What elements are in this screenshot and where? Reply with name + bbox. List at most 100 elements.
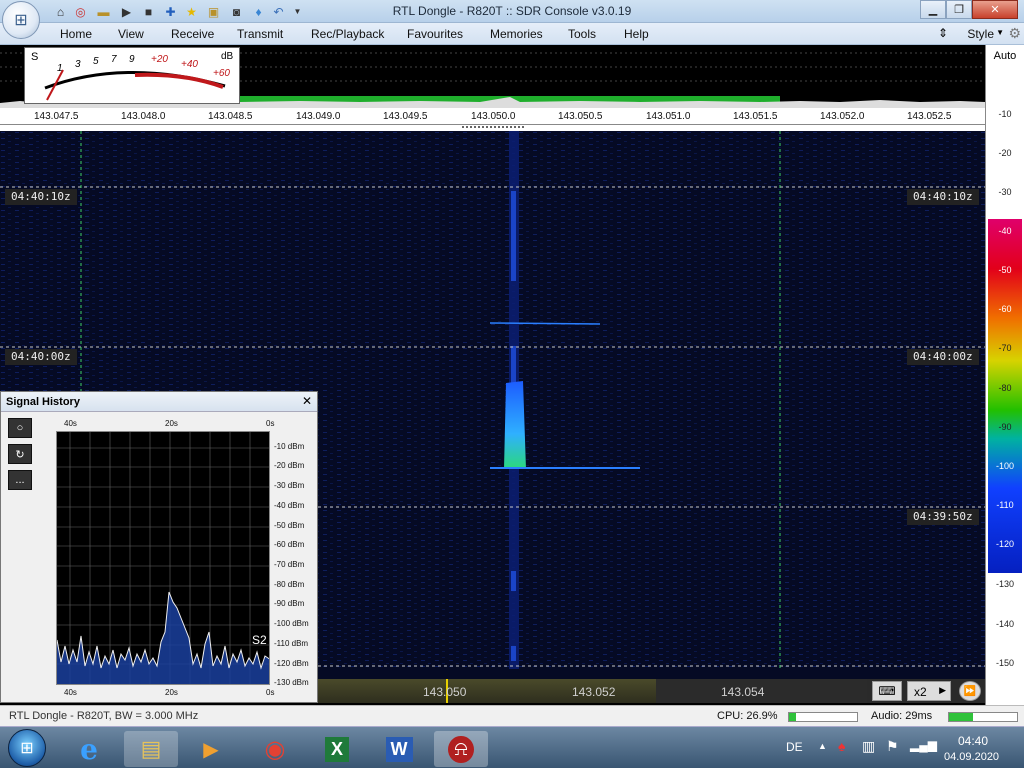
time-tick: 40s	[64, 688, 77, 697]
status-bar: RTL Dongle - R820T, BW = 3.000 MHz CPU: …	[0, 705, 1024, 726]
tray-expand-icon[interactable]: ▲	[818, 741, 827, 751]
sort-icon[interactable]: ⇕	[938, 26, 948, 40]
sdr-console-icon[interactable]: ⍾	[434, 731, 488, 767]
time-tick: 20s	[165, 419, 178, 428]
taskbar: ⊞ e ▤ ▶ ◉ X W ⍾ DE ▲ ♠ ▥ ⚑ ▂▄▆ 04:40 04.…	[0, 726, 1024, 768]
excel-icon[interactable]: X	[310, 731, 364, 767]
menu-receive[interactable]: Receive	[171, 27, 214, 41]
network-icon[interactable]: ▂▄▆	[910, 738, 937, 752]
menu-home[interactable]: Home	[60, 27, 92, 41]
chrome-icon[interactable]: ◉	[248, 731, 302, 767]
db-tick: -20	[998, 148, 1012, 158]
signal-history-plot[interactable]: S2	[56, 431, 270, 685]
freq-tick: 143.052.0	[820, 111, 865, 122]
cpu-meter	[788, 712, 858, 722]
time-tick: 40s	[64, 419, 77, 428]
freq-tick: 143.049.0	[296, 111, 341, 122]
time-label-right: 04:40:00z	[907, 349, 979, 365]
style-menu[interactable]: Style	[967, 27, 994, 41]
freq-tick: 143.051.5	[733, 111, 778, 122]
file-explorer-icon[interactable]: ▤	[124, 731, 178, 767]
language-indicator[interactable]: DE	[786, 740, 803, 754]
step-forward-icon[interactable]: ⏩	[959, 681, 981, 701]
dbm-tick: -80 dBm	[274, 580, 305, 589]
menu-tools[interactable]: Tools	[568, 27, 596, 41]
db-scale[interactable]: Auto -10 -20 -30 -40 -50 -60 -70 -80 -90…	[985, 45, 1024, 705]
meter-mark: 5	[93, 56, 99, 67]
flag-icon[interactable]: ⚑	[886, 738, 899, 755]
time-tick: 0s	[266, 419, 275, 428]
menu-help[interactable]: Help	[624, 27, 649, 41]
menu-transmit[interactable]: Transmit	[237, 27, 283, 41]
db-tick: -30	[998, 187, 1012, 197]
media-player-icon[interactable]: ▶	[184, 731, 238, 767]
menu-rec-playback[interactable]: Rec/Playback	[311, 27, 384, 41]
db-tick: -110	[996, 500, 1014, 510]
menu-memories[interactable]: Memories	[490, 27, 543, 41]
time-tick: 0s	[266, 688, 275, 697]
maximize-button[interactable]: ❐	[946, 0, 972, 19]
dbm-tick: -120 dBm	[274, 659, 309, 668]
db-tick: -60	[998, 304, 1012, 314]
meter-db-label: dB	[221, 51, 234, 62]
audio-meter	[948, 712, 1018, 722]
db-tick: -130	[995, 579, 1014, 589]
zoom-select[interactable]: x2 ▶	[907, 681, 951, 701]
band-overview[interactable]: 143.050 143.052 143.054	[318, 679, 867, 703]
freq-tick: 143.048.5	[208, 111, 253, 122]
close-icon[interactable]: ✕	[302, 394, 312, 408]
device-tray-icon[interactable]: ▥	[862, 738, 875, 755]
refresh-icon[interactable]: ↻	[8, 444, 32, 464]
close-button[interactable]: ✕	[972, 0, 1018, 19]
app-menu-icon[interactable]: ⊞	[2, 1, 40, 39]
s-meter: S dB 1 3 5 7 9 +20 +40 +60	[24, 47, 240, 104]
meter-mark: 1	[57, 63, 63, 74]
freq-tick: 143.051.0	[646, 111, 691, 122]
auto-scale-button[interactable]: Auto	[986, 50, 1024, 62]
frequency-scale[interactable]: 143.047.5 143.048.0 143.048.5 143.049.0 …	[0, 108, 985, 125]
meter-mark: +60	[213, 68, 230, 79]
menu-favourites[interactable]: Favourites	[407, 27, 463, 41]
dbm-tick: -10 dBm	[274, 442, 305, 451]
freq-tick: 143.048.0	[121, 111, 166, 122]
start-button[interactable]: ⊞	[8, 729, 46, 767]
record-icon[interactable]: ○	[8, 418, 32, 438]
meter-mark: 7	[111, 54, 117, 65]
keyboard-icon[interactable]: ⌨	[872, 681, 902, 701]
clock-time[interactable]: 04:40	[958, 734, 988, 748]
clock-date[interactable]: 04.09.2020	[944, 751, 999, 763]
meter-mark: +20	[151, 54, 168, 65]
db-tick: -10	[998, 109, 1012, 119]
more-button[interactable]: ...	[8, 470, 32, 490]
db-tick: -90	[998, 422, 1012, 432]
gear-icon[interactable]: ⚙	[1008, 25, 1021, 42]
time-label-right: 04:40:10z	[907, 189, 979, 205]
device-status: RTL Dongle - R820T, BW = 3.000 MHz	[9, 710, 199, 722]
acrobat-tray-icon[interactable]: ♠	[838, 738, 845, 754]
waterfall-bottom	[318, 669, 985, 679]
db-tick: -50	[998, 265, 1012, 275]
db-tick: -70	[998, 343, 1012, 353]
dbm-tick: -70 dBm	[274, 560, 305, 569]
db-tick: -80	[998, 383, 1012, 393]
menu-view[interactable]: View	[118, 27, 144, 41]
cpu-status: CPU: 26.9%	[717, 710, 778, 722]
meter-mark: +40	[181, 59, 198, 70]
time-label-left: 04:40:00z	[5, 349, 77, 365]
band-freq: 143.050	[423, 685, 467, 699]
meter-mark: 9	[129, 54, 135, 65]
word-icon[interactable]: W	[372, 731, 426, 767]
s-reading: S2	[252, 633, 267, 647]
dbm-tick: -90 dBm	[274, 599, 305, 608]
dbm-tick: -110 dBm	[274, 639, 309, 648]
internet-explorer-icon[interactable]: e	[62, 731, 116, 767]
dbm-tick: -100 dBm	[274, 619, 309, 628]
style-chevron-icon[interactable]: ▼	[996, 28, 1004, 37]
time-label-left: 04:40:10z	[5, 189, 77, 205]
db-tick: -150	[995, 658, 1014, 668]
signal-history-panel: Signal History ✕ ○ ↻ ... 40s 20s 0s 40s …	[0, 391, 318, 703]
ribbon-menu: Home View Receive Transmit Rec/Playback …	[0, 23, 1024, 45]
freq-tick: 143.050.0	[471, 111, 516, 122]
meter-s-label: S	[31, 51, 39, 63]
minimize-button[interactable]: ▁	[920, 0, 946, 19]
